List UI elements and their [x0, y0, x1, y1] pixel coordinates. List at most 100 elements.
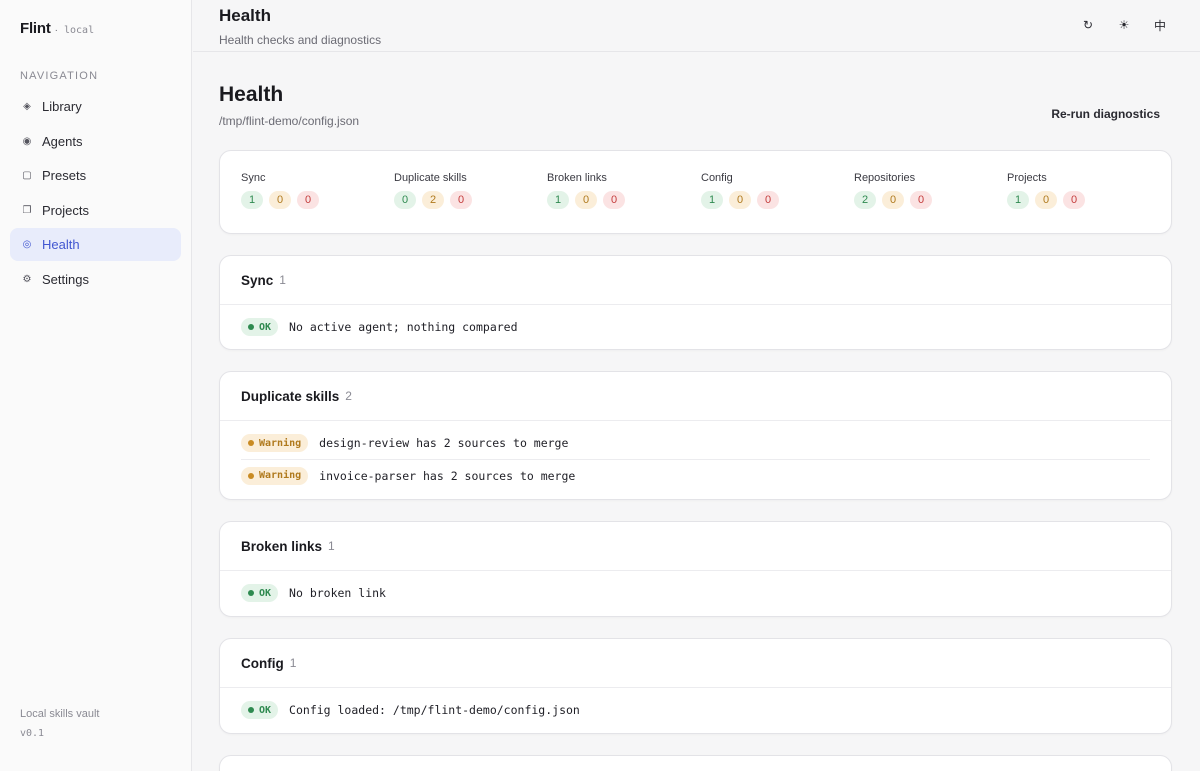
nav-heading: NAVIGATION — [20, 70, 99, 82]
sidebar-item-label: Library — [42, 99, 82, 114]
status-label: OK — [259, 704, 272, 716]
section-config: Config 1 OK Config loaded: /tmp/flint-de… — [219, 638, 1172, 734]
summary-label: Broken links — [547, 172, 607, 184]
error-count: 0 — [1063, 191, 1085, 209]
check-message: No active agent; nothing compared — [289, 320, 518, 334]
section-count: 1 — [289, 656, 297, 670]
sidebar-footer: Local skills vault v0.1 — [20, 705, 99, 743]
status-label: Warning — [259, 437, 302, 449]
error-count: 0 — [450, 191, 472, 209]
summary-label: Projects — [1007, 172, 1047, 184]
check-row: OK Config loaded: /tmp/flint-demo/config… — [241, 694, 1150, 726]
section-count: 1 — [328, 539, 335, 553]
brand-name: Flint — [20, 20, 51, 37]
check-row: Warning invoice-parser has 2 sources to … — [241, 459, 1150, 491]
sidebar-item-settings[interactable]: ⚙ Settings — [10, 263, 181, 296]
square-icon: ▢ — [22, 170, 32, 181]
check-message: design-review has 2 sources to merge — [319, 436, 569, 450]
target-icon: ◉ — [22, 135, 32, 147]
sidebar-item-library[interactable]: ◈ Library — [10, 90, 181, 123]
status-label: OK — [259, 587, 272, 599]
status-dot-icon — [248, 440, 254, 446]
status-dot-icon — [248, 324, 254, 330]
section-header: Broken links 1 — [220, 522, 1171, 571]
summary-label: Duplicate skills — [394, 172, 467, 184]
config-path: /tmp/flint-demo/config.json — [219, 114, 360, 128]
copy-icon: ❐ — [22, 204, 32, 216]
theme-icon[interactable]: ☀ — [1116, 17, 1132, 33]
section-duplicate-skills: Duplicate skills 2 Warning design-review… — [219, 371, 1172, 500]
topbar-actions: ↻ ☀ 中 — [1080, 17, 1168, 33]
status-label: OK — [259, 321, 272, 333]
sidebar-item-label: Presets — [42, 168, 87, 183]
check-row: OK No active agent; nothing compared — [241, 311, 1150, 343]
ok-count: 1 — [241, 191, 263, 209]
section-header: Sync 1 — [220, 256, 1171, 305]
summary-label: Config — [701, 172, 733, 184]
warning-count: 0 — [1035, 191, 1057, 209]
topbar-subtitle: Health checks and diagnostics — [219, 33, 382, 47]
ok-count: 1 — [1007, 191, 1029, 209]
status-badge: OK — [241, 701, 279, 719]
ring-icon: ◎ — [22, 239, 32, 250]
warning-count: 0 — [575, 191, 597, 209]
vault-label: Local skills vault — [20, 708, 100, 720]
summary-config: Config 1 0 0 — [701, 172, 779, 209]
check-row: Warning design-review has 2 sources to m… — [241, 427, 1150, 459]
warning-count: 0 — [729, 191, 751, 209]
warning-count: 0 — [882, 191, 904, 209]
check-row: OK No broken link — [241, 577, 1150, 609]
warning-count: 0 — [269, 191, 291, 209]
page-title: Health — [219, 83, 284, 106]
summary-duplicate-skills: Duplicate skills 0 2 0 — [394, 172, 472, 209]
section-title: Broken links — [241, 538, 323, 554]
sidebar: Flint · local NAVIGATION ◈ Library ◉ Age… — [0, 0, 192, 771]
status-label: Warning — [259, 470, 302, 481]
check-message: invoice-parser has 2 sources to merge — [319, 468, 576, 483]
error-count: 0 — [603, 191, 625, 209]
language-icon[interactable]: 中 — [1152, 17, 1168, 33]
check-message: Config loaded: /tmp/flint-demo/config.js… — [289, 703, 580, 717]
section-title: Duplicate skills — [241, 388, 340, 404]
ok-count: 2 — [854, 191, 876, 209]
sidebar-item-label: Settings — [42, 271, 89, 287]
summary-card: Sync 1 0 0 Duplicate skills 0 2 0 Broken… — [219, 150, 1172, 234]
sidebar-nav: ◈ Library ◉ Agents ▢ Presets ❐ Projects … — [10, 90, 181, 297]
summary-label: Repositories — [854, 172, 916, 184]
topbar-title: Health — [219, 6, 271, 25]
status-badge: OK — [241, 584, 279, 602]
status-dot-icon — [248, 707, 254, 713]
sidebar-item-label: Health — [42, 237, 80, 252]
check-message: No broken link — [289, 586, 386, 600]
main-content: Health /tmp/flint-demo/config.json Re-ru… — [193, 52, 1200, 771]
error-count: 0 — [297, 191, 319, 209]
section-sync: Sync 1 OK No active agent; nothing compa… — [219, 255, 1172, 350]
ok-count: 0 — [394, 191, 416, 209]
section-count: 1 — [279, 273, 286, 287]
summary-sync: Sync 1 0 0 — [241, 172, 319, 209]
sidebar-item-label: Agents — [42, 133, 83, 149]
status-badge: Warning — [241, 434, 309, 452]
ok-count: 1 — [701, 191, 723, 209]
warning-count: 2 — [422, 191, 444, 209]
brand[interactable]: Flint · local — [20, 20, 94, 37]
sidebar-item-label: Projects — [42, 202, 89, 218]
sidebar-item-health[interactable]: ◎ Health — [10, 228, 181, 261]
status-badge: OK — [241, 318, 279, 336]
diamond-icon: ◈ — [23, 101, 31, 112]
section-count: 2 — [345, 389, 352, 403]
brand-tag: local — [64, 25, 95, 36]
rerun-diagnostics-button[interactable]: Re-run diagnostics — [1051, 107, 1160, 121]
refresh-icon[interactable]: ↻ — [1080, 17, 1096, 33]
sidebar-item-presets[interactable]: ▢ Presets — [10, 159, 181, 192]
summary-broken-links: Broken links 1 0 0 — [547, 172, 625, 209]
sidebar-item-projects[interactable]: ❐ Projects — [10, 194, 181, 227]
section-broken-links: Broken links 1 OK No broken link — [219, 521, 1172, 617]
sidebar-item-agents[interactable]: ◉ Agents — [10, 125, 181, 158]
section-title: Config — [241, 655, 284, 671]
error-count: 0 — [910, 191, 932, 209]
ok-count: 1 — [547, 191, 569, 209]
status-dot-icon — [248, 590, 254, 596]
summary-label: Sync — [241, 172, 266, 184]
gear-icon: ⚙ — [22, 273, 32, 285]
